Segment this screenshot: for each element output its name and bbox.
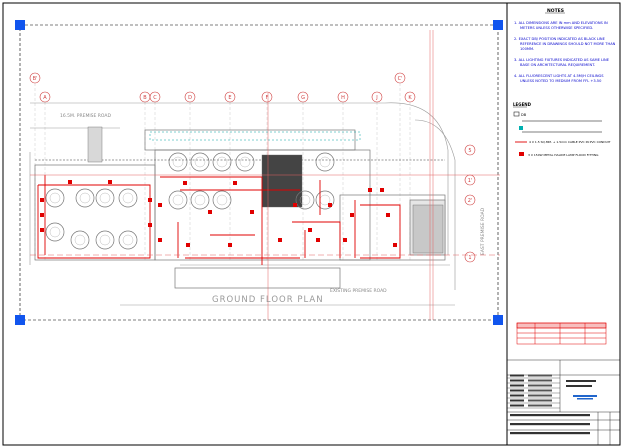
light-fixture-icon — [186, 243, 190, 247]
grid-column-label: G — [301, 95, 305, 101]
light-fixture-icon — [233, 181, 237, 185]
light-fixture-icon — [350, 213, 354, 217]
grid-column-label: C' — [398, 76, 403, 82]
title-block-cell — [510, 384, 524, 387]
title-block-cell — [528, 389, 552, 392]
title-block-cell — [510, 389, 524, 392]
legend-heading: LEGEND — [513, 102, 532, 107]
grid-column-label: C — [153, 95, 157, 101]
light-fixture-icon — [228, 243, 232, 247]
title-block-cell — [528, 379, 552, 382]
grid-column-label: J — [375, 95, 377, 101]
corner-marker-icon[interactable] — [15, 315, 25, 325]
light-fixture-icon — [380, 188, 384, 192]
title-block-cell — [510, 414, 590, 417]
light-fixture-icon — [148, 223, 152, 227]
legend-db-label: DB — [521, 113, 527, 117]
title-block-cell — [510, 399, 524, 402]
light-fixture-icon — [386, 213, 390, 217]
grid-row-label: 2' — [468, 198, 473, 204]
title-block-cell — [510, 374, 524, 377]
light-fixture-icon — [316, 238, 320, 242]
corner-marker-icon[interactable] — [15, 20, 25, 30]
title-block-cell — [566, 385, 592, 387]
light-fixture-icon — [40, 198, 44, 202]
title-block-cell — [528, 399, 552, 402]
light-fixture-icon — [158, 203, 162, 207]
corner-marker-icon[interactable] — [493, 20, 503, 30]
light-fixture-icon — [40, 213, 44, 217]
light-fixture-icon — [308, 228, 312, 232]
road-bottom-label: EXISTING PREMISE ROAD — [330, 288, 387, 294]
floodlight-icon — [519, 152, 524, 156]
light-fixture-icon — [40, 228, 44, 232]
light-fixture-icon — [148, 198, 152, 202]
light-fixture-icon — [208, 210, 212, 214]
title-block-cell — [528, 394, 552, 397]
light-fixture-icon — [158, 238, 162, 242]
grid-column-label: H — [341, 95, 345, 101]
grid-column-label: B — [143, 95, 147, 101]
light-fixture-icon — [328, 203, 332, 207]
title-block-cell — [510, 432, 590, 435]
light-fixture-icon — [293, 203, 297, 207]
road-right-label: EAST PREMISE ROAD — [480, 207, 486, 255]
note-item: 4. ALL FLUORESCENT LIGHTS AT 4.5M/H CEIL… — [514, 74, 604, 83]
light-fixture-icon — [68, 180, 72, 184]
plan-title: GROUND FLOOR PLAN — [212, 295, 324, 305]
light-fixture-icon — [368, 188, 372, 192]
grid-column-label: D — [188, 95, 192, 101]
title-block-cell — [528, 384, 552, 387]
grid-row-label: 5 — [468, 148, 471, 154]
title-block-cell — [510, 423, 590, 426]
light-fixture-icon — [278, 238, 282, 242]
grid-row-label: 1 — [468, 255, 471, 261]
grid-row-label: 1' — [468, 178, 473, 184]
title-block-cell — [510, 379, 524, 382]
title-block-cell — [510, 404, 524, 407]
title-block-cell — [528, 404, 552, 407]
light-fixture-icon — [393, 243, 397, 247]
light-fixture-icon — [343, 238, 347, 242]
grid-column-label: A — [43, 95, 47, 101]
grid-column-label: B' — [33, 76, 38, 82]
legend-flood-label: 3 X 150W METAL HALIDE LAMP FLOOD FITTING — [528, 153, 599, 157]
legend-cable-label: 4 X 1.5 SQ.MM. + 1.5mm CABLE PVC IN PVC … — [529, 140, 611, 144]
title-block-cell — [566, 380, 596, 382]
sheet-border — [2, 2, 621, 446]
light-fixture-icon — [250, 210, 254, 214]
title-block-cell — [528, 374, 552, 377]
corner-marker-icon[interactable] — [493, 315, 503, 325]
light-fixture-icon — [183, 181, 187, 185]
light-fixture-icon — [108, 180, 112, 184]
drawing-sheet: B'A B C D E F G H J KC'51'2'1 16.5M. PREMISE ROAD… — [2, 2, 621, 446]
road-top-label: 16.5M. PREMISE ROAD — [60, 113, 111, 119]
title-block-cell — [510, 394, 524, 397]
cyan-marker-icon — [519, 126, 523, 130]
grid-column-label: E — [228, 95, 231, 101]
